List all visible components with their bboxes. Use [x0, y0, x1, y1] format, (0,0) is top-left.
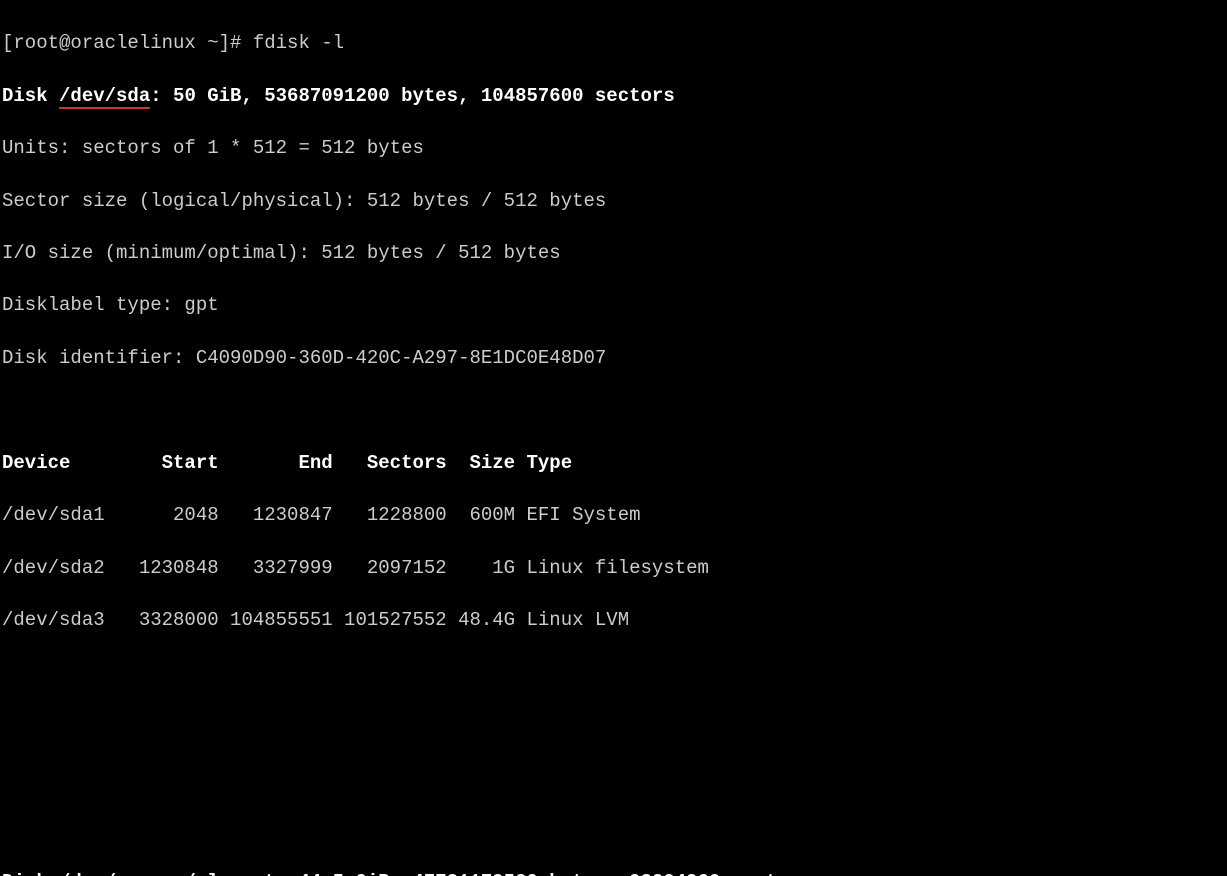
partition-row: /dev/sda2 1230848 3327999 2097152 1G Lin… [2, 555, 1227, 581]
sda-sector-size: Sector size (logical/physical): 512 byte… [2, 188, 1227, 214]
blank-line [2, 397, 1227, 423]
command-text: fdisk -l [253, 32, 344, 54]
blank-line [2, 712, 1227, 738]
sda-identifier: Disk identifier: C4090D90-360D-420C-A297… [2, 345, 1227, 371]
partition-header: Device Start End Sectors Size Type [2, 450, 1227, 476]
sda-units: Units: sectors of 1 * 512 = 512 bytes [2, 135, 1227, 161]
disk-sda-name: /dev/sda [59, 85, 150, 109]
disk-prefix: Disk [2, 85, 59, 107]
blank-line [2, 764, 1227, 790]
terminal-output: [root@oraclelinux ~]# fdisk -l Disk /dev… [0, 0, 1227, 876]
sda-io-size: I/O size (minimum/optimal): 512 bytes / … [2, 240, 1227, 266]
disk-sda-info: : 50 GiB, 53687091200 bytes, 104857600 s… [150, 85, 675, 107]
prompt-line: [root@oraclelinux ~]# fdisk -l [2, 30, 1227, 56]
disk-olroot-header: Disk /dev/mapper/ol-root: 44.5 GiB, 4773… [2, 869, 1227, 876]
disk-sda-header: Disk /dev/sda: 50 GiB, 53687091200 bytes… [2, 83, 1227, 109]
shell-prompt: [root@oraclelinux ~]# [2, 32, 253, 54]
partition-row: /dev/sda3 3328000 104855551 101527552 48… [2, 607, 1227, 633]
sda-disklabel: Disklabel type: gpt [2, 292, 1227, 318]
partition-row: /dev/sda1 2048 1230847 1228800 600M EFI … [2, 502, 1227, 528]
blank-line [2, 817, 1227, 843]
blank-line [2, 659, 1227, 685]
